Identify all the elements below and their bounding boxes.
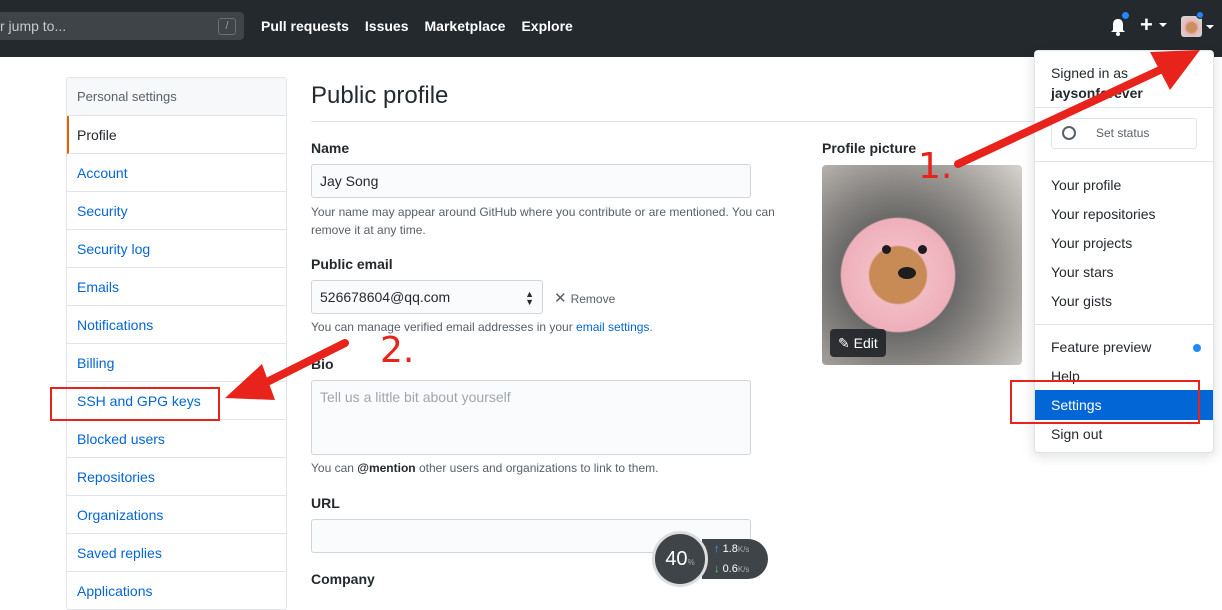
arrow-2-head bbox=[225, 364, 275, 400]
annotation-arrows bbox=[225, 50, 1200, 400]
arrow-1-shaft bbox=[954, 66, 1164, 168]
arrow-2-shaft bbox=[261, 339, 349, 387]
